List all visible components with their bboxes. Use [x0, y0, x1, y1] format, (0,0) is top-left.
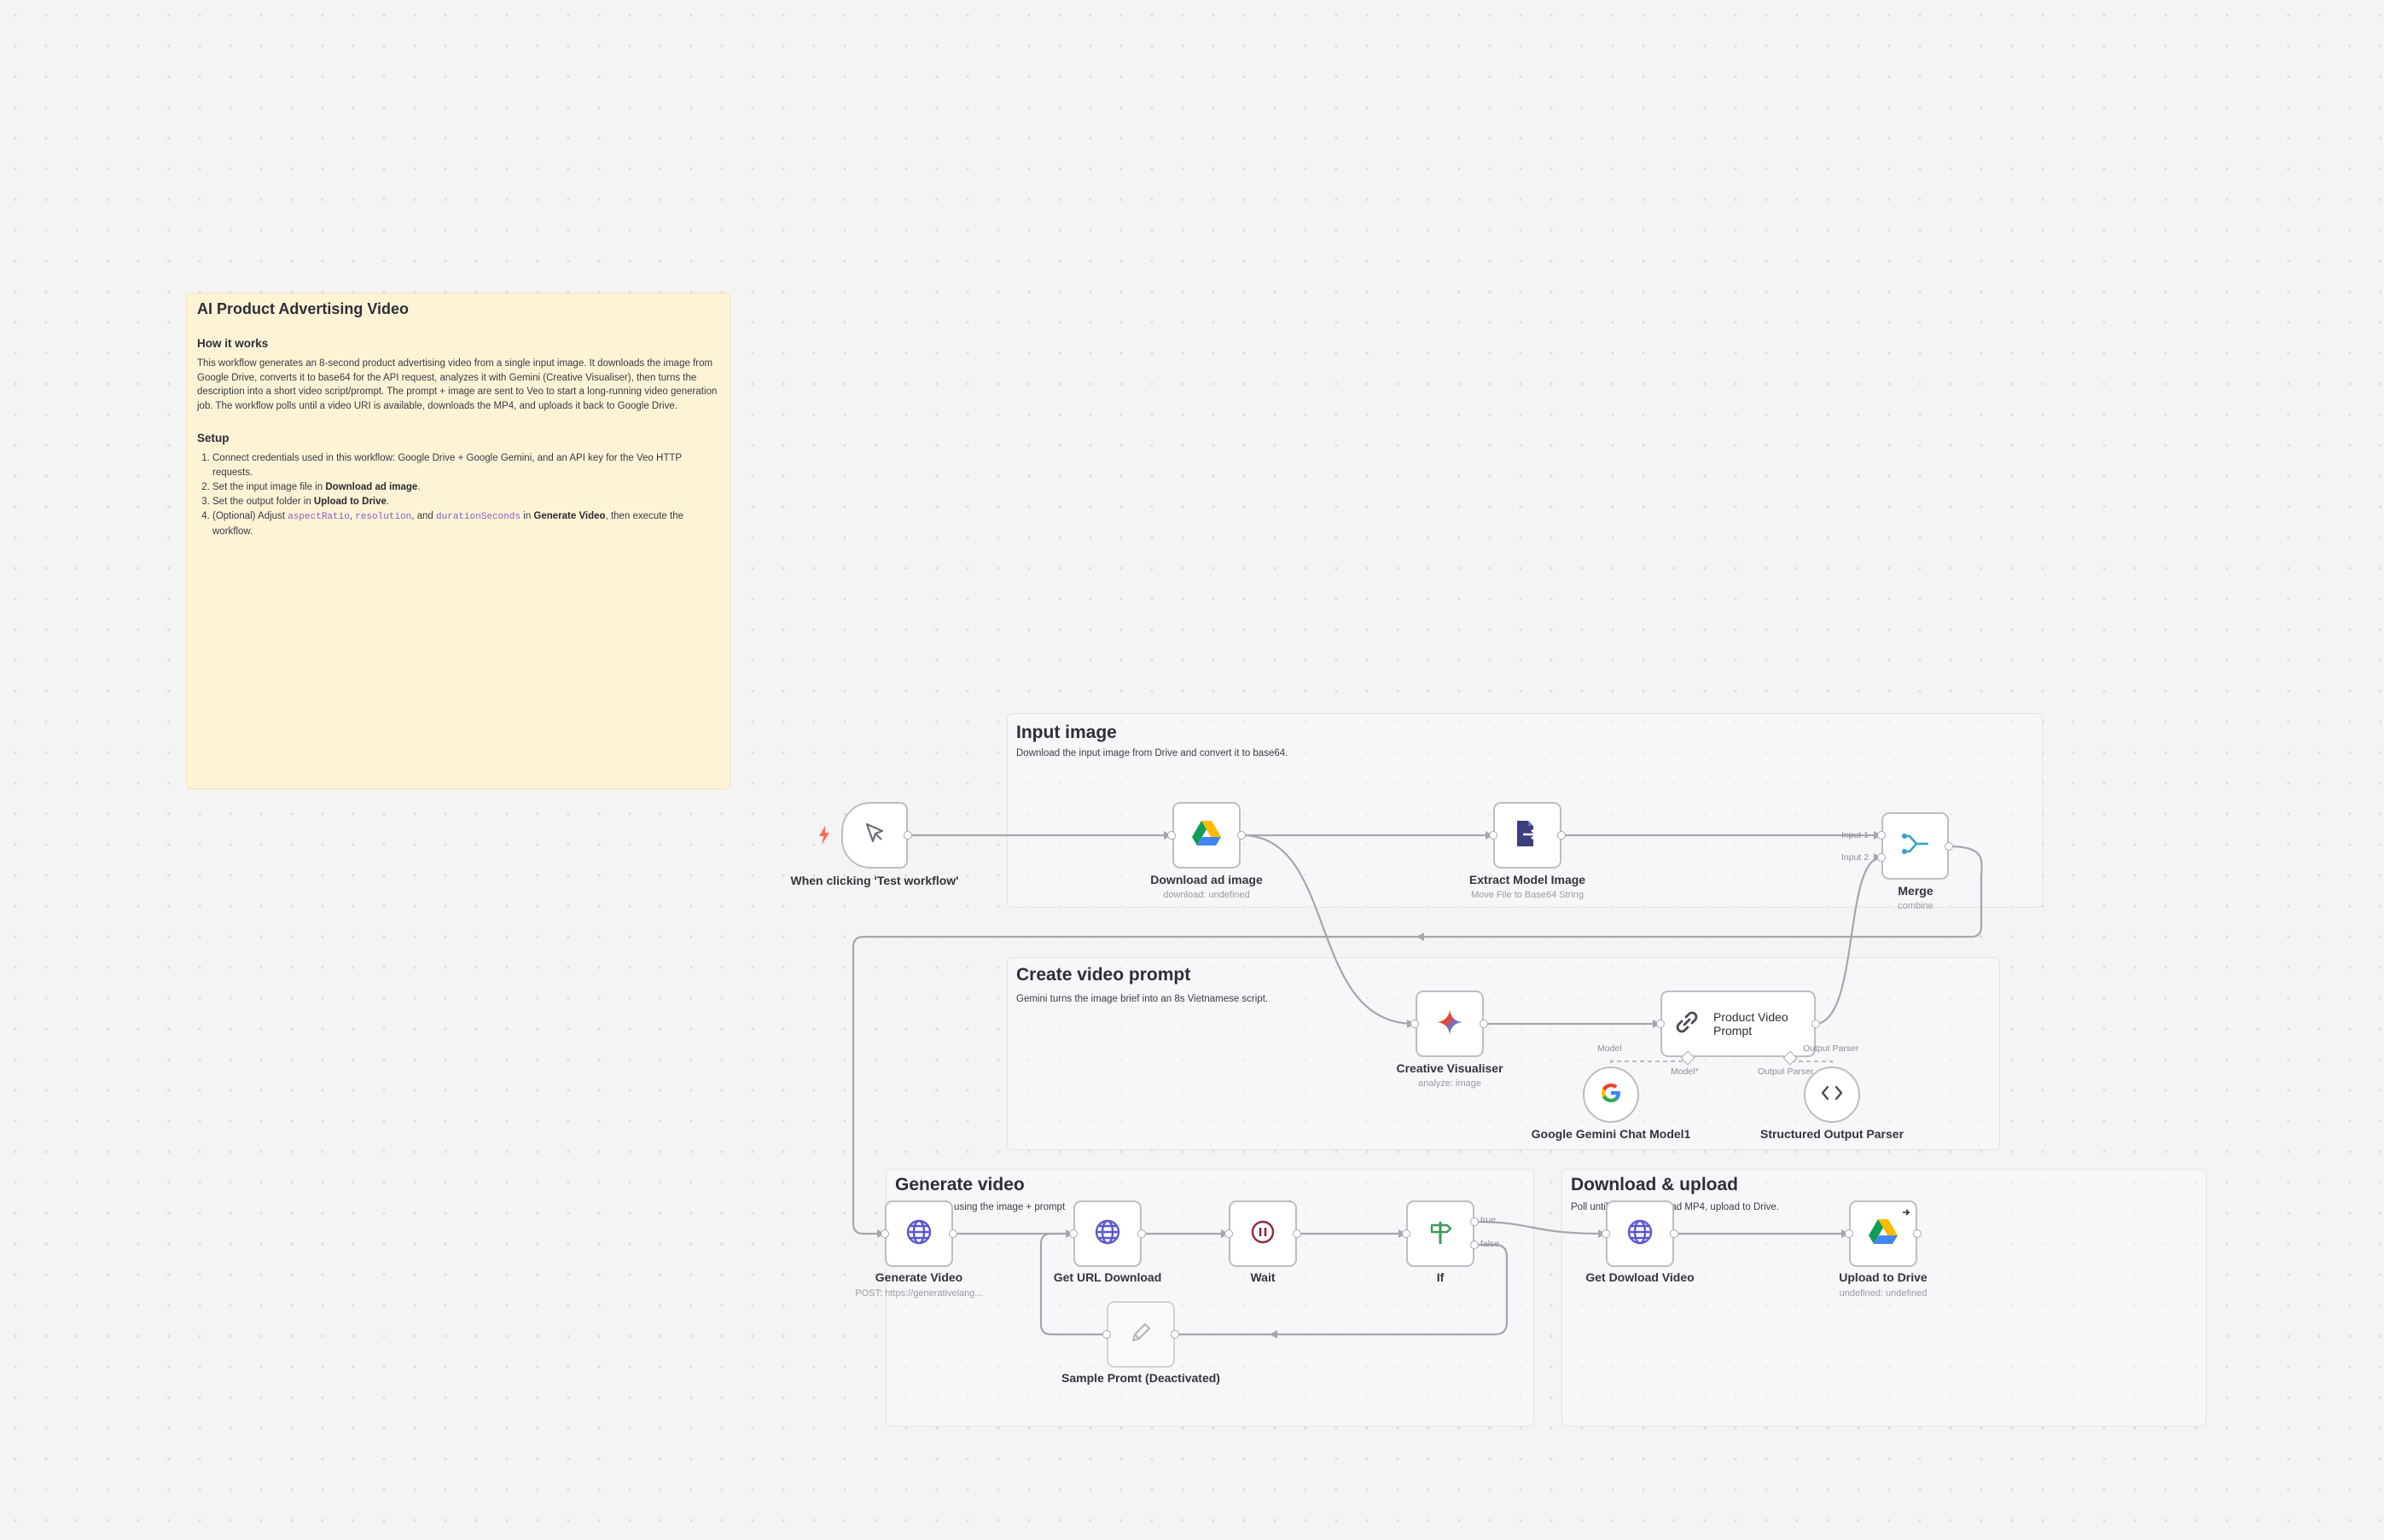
input-handle[interactable]: [1069, 1229, 1078, 1238]
arrow-mark: [1270, 1330, 1277, 1339]
node-label: Sample Promt (Deactivated): [1061, 1371, 1220, 1385]
output-handle[interactable]: [1137, 1229, 1146, 1238]
pencil-icon: [1128, 1320, 1154, 1350]
node-subtitle: combine: [1898, 901, 1933, 911]
pause-icon: [1250, 1219, 1276, 1249]
input-handle[interactable]: [1102, 1330, 1111, 1339]
node-generate-video[interactable]: [885, 1200, 953, 1267]
input-handle[interactable]: [1877, 831, 1886, 840]
input-handle[interactable]: [1656, 1020, 1665, 1028]
google-drive-icon: [1192, 820, 1221, 851]
node-subtitle: analyze: image: [1418, 1078, 1481, 1089]
output-handle[interactable]: [1237, 831, 1246, 840]
node-subtitle: Move File to Base64 String: [1470, 890, 1584, 900]
node-merge[interactable]: [1881, 812, 1949, 880]
node-label: Upload to Drive: [1839, 1270, 1928, 1284]
input-handle[interactable]: [1489, 831, 1497, 840]
input-handle[interactable]: [1845, 1229, 1853, 1238]
output-handle[interactable]: [1945, 842, 1953, 851]
node-product-video-prompt[interactable]: Product Video Prompt: [1660, 991, 1816, 1057]
merge-icon: [1901, 831, 1930, 861]
node-google-gemini-chat-model[interactable]: [1583, 1066, 1639, 1123]
connection-download-creative: [1241, 834, 1416, 1026]
link-icon: [1672, 1008, 1701, 1041]
node-label: When clicking 'Test workflow': [790, 874, 959, 887]
cursor-icon: [862, 821, 887, 851]
code-brackets-icon: [1821, 1084, 1843, 1106]
node-structured-output-parser[interactable]: [1804, 1066, 1860, 1123]
model-port-label: Model: [1597, 1043, 1622, 1054]
upload-arrow-icon: [1902, 1206, 1910, 1221]
node-subtitle: POST: https://generativelang...: [855, 1288, 983, 1299]
node-label: If: [1436, 1270, 1445, 1284]
node-if[interactable]: [1406, 1200, 1474, 1267]
trigger-bolt-icon: [818, 826, 830, 845]
node-label: Extract Model Image: [1468, 873, 1586, 886]
merge-input1-label: Input 1: [1841, 830, 1869, 840]
input-handle[interactable]: [1224, 1229, 1233, 1238]
input-handle[interactable]: [1402, 1229, 1410, 1238]
output-handle-false[interactable]: [1470, 1241, 1479, 1249]
output-handle[interactable]: [1913, 1229, 1922, 1238]
connection-prompt-merge: [1814, 856, 1882, 1026]
node-label: Wait: [1250, 1270, 1276, 1284]
input-handle[interactable]: [1877, 853, 1886, 862]
google-drive-icon: [1869, 1218, 1898, 1249]
merge-input2-label: Input 2: [1841, 852, 1869, 863]
input-handle[interactable]: [881, 1229, 889, 1238]
input-handle[interactable]: [1602, 1229, 1610, 1238]
globe-icon: [905, 1218, 933, 1250]
node-subtitle: download: undefined: [1163, 890, 1250, 900]
node-label: Google Gemini Chat Model1: [1531, 1127, 1691, 1141]
gemini-sparkle-icon: [1436, 1008, 1463, 1040]
if-true-label: true: [1480, 1215, 1497, 1225]
signpost-icon: [1427, 1218, 1454, 1250]
node-extract-model-image[interactable]: [1493, 802, 1561, 869]
file-export-icon: [1515, 820, 1540, 851]
output-handle[interactable]: [1670, 1229, 1678, 1238]
output-handle[interactable]: [949, 1229, 957, 1238]
parser-port-label: Output Parser: [1803, 1043, 1859, 1054]
input-handle[interactable]: [1410, 1020, 1419, 1028]
node-label: Creative Visualiser: [1396, 1061, 1503, 1075]
parser-port-label: Output Parser: [1758, 1066, 1814, 1077]
globe-icon: [1094, 1218, 1121, 1250]
if-false-label: false: [1480, 1239, 1500, 1249]
output-handle[interactable]: [904, 831, 912, 840]
output-handle-true[interactable]: [1470, 1217, 1479, 1226]
node-label: Structured Output Parser: [1759, 1127, 1904, 1141]
node-creative-visualiser[interactable]: [1416, 991, 1484, 1057]
node-label: Download ad image: [1150, 873, 1263, 886]
node-download-ad-image[interactable]: [1172, 802, 1241, 869]
node-label: Get Dowload Video: [1585, 1270, 1695, 1284]
node-sample-prompt-deactivated[interactable]: [1107, 1301, 1175, 1368]
connections-layer: [852, 831, 1983, 1339]
node-get-download-video[interactable]: [1606, 1200, 1674, 1267]
google-g-icon: [1600, 1082, 1622, 1108]
node-wait[interactable]: [1229, 1200, 1297, 1267]
node-subtitle: undefined: undefined: [1839, 1288, 1928, 1299]
node-manual-trigger[interactable]: [841, 802, 908, 869]
globe-icon: [1626, 1218, 1654, 1250]
output-handle[interactable]: [1811, 1020, 1820, 1028]
output-handle[interactable]: [1293, 1229, 1301, 1238]
output-handle[interactable]: [1557, 831, 1566, 840]
model-port-required-label: Model*: [1671, 1066, 1699, 1077]
node-upload-to-drive[interactable]: [1849, 1200, 1917, 1267]
workflow-canvas[interactable]: AI Product Advertising Video How it work…: [0, 0, 2384, 1540]
output-handle[interactable]: [1171, 1330, 1179, 1339]
node-title: Product Video Prompt: [1713, 1010, 1788, 1037]
node-get-url-download[interactable]: [1073, 1200, 1142, 1267]
input-handle[interactable]: [1167, 831, 1176, 840]
node-label: Generate Video: [875, 1270, 963, 1284]
output-handle[interactable]: [1480, 1020, 1488, 1028]
node-label: Merge: [1898, 884, 1933, 898]
arrow-mark: [1416, 933, 1424, 941]
